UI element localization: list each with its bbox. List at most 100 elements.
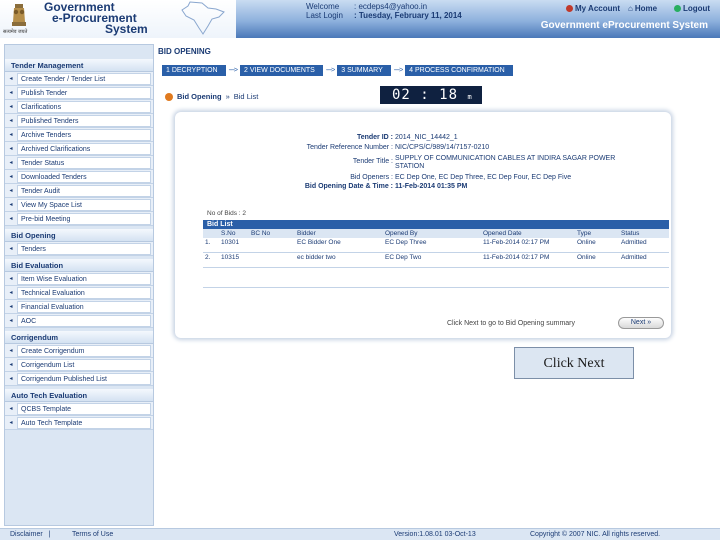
arrow-left-icon: ◂: [9, 118, 13, 124]
my-account-link[interactable]: My Account: [566, 4, 620, 13]
sidebar-item[interactable]: ◂ View My Space List: [5, 198, 153, 212]
terms-link[interactable]: Terms of Use: [72, 531, 113, 538]
sidebar-item[interactable]: ◂ Downloaded Tenders: [5, 170, 153, 184]
sidebar-item[interactable]: ◂ QCBS Template: [5, 402, 153, 416]
tender-id-label: Tender ID :: [356, 134, 393, 141]
sidebar-item[interactable]: ◂ Publish Tender: [5, 86, 153, 100]
tender-title-value: SUPPLY OF COMMUNICATION CABLES AT INDIRA…: [395, 155, 616, 170]
welcome-value: : ecdeps4@yahoo.in: [354, 2, 428, 11]
table-row[interactable]: 1. 10301 EC Bidder One EC Dep Three 11-F…: [203, 238, 669, 253]
tender-id-value: 2014_NIC_14442_1: [395, 134, 458, 141]
arrow-left-icon: ◂: [9, 160, 13, 166]
brand-line-3: System: [105, 22, 148, 36]
brand-logo: Government e-Procurement System: [44, 1, 148, 36]
sidebar-item[interactable]: ◂ Corrigendum List: [5, 358, 153, 372]
cell-type: Online: [577, 239, 596, 246]
sidebar-item[interactable]: ◂ Item Wise Evaluation: [5, 272, 153, 286]
timer-unit: m: [467, 93, 473, 101]
arrow-left-icon: ◂: [9, 290, 13, 296]
sidebar-item[interactable]: ◂ Archived Clarifications: [5, 142, 153, 156]
sidebar-item-label: Create Tender / Tender List: [17, 72, 151, 85]
cell-opened-by: EC Dep Two: [385, 254, 422, 261]
sidebar-item[interactable]: ◂ Auto Tech Template: [5, 416, 153, 430]
sidebar-item-label: Corrigendum Published List: [17, 372, 151, 385]
bid-list-table: Bid List S.No BC No Bidder Opened By Ope…: [203, 220, 669, 288]
instruction-callout: Click Next: [514, 347, 634, 379]
cell-bc-no: 10315: [221, 254, 240, 261]
arrow-left-icon: ◂: [9, 188, 13, 194]
step-summary[interactable]: 3 SUMMARY: [337, 65, 391, 76]
copyright-text: Copyright © 2007 NIC. All rights reserve…: [530, 531, 661, 538]
cell-type: Online: [577, 254, 596, 261]
bid-openers-value: EC Dep One, EC Dep Three, EC Dep Four, E…: [395, 174, 572, 181]
disclaimer-link[interactable]: Disclaimer |: [10, 531, 50, 538]
sidebar-item[interactable]: ◂ Corrigendum Published List: [5, 372, 153, 386]
last-login-value: : Tuesday, February 11, 2014: [354, 11, 462, 20]
arrow-left-icon: ◂: [9, 132, 13, 138]
sidebar-item[interactable]: ◂ Create Tender / Tender List: [5, 72, 153, 86]
step-view-documents[interactable]: 2 VIEW DOCUMENTS: [240, 65, 323, 76]
sidebar-item[interactable]: ◂ Tender Audit: [5, 184, 153, 198]
disclaimer-label: Disclaimer: [10, 531, 43, 538]
sidebar-item[interactable]: ◂ Published Tenders: [5, 114, 153, 128]
sidebar-section-header: Bid Opening: [5, 229, 153, 242]
arrow-left-icon: ◂: [9, 420, 13, 426]
logout-link[interactable]: Logout: [674, 4, 710, 13]
sidebar-item-label: AOC: [17, 314, 151, 327]
sidebar-item[interactable]: ◂ Archive Tenders: [5, 128, 153, 142]
breadcrumb-separator: »: [225, 92, 230, 101]
step-arrow-icon: ---->: [393, 67, 403, 74]
sidebar-item[interactable]: ◂ AOC: [5, 314, 153, 328]
arrow-left-icon: ◂: [9, 76, 13, 82]
sidebar-item-label: View My Space List: [17, 198, 151, 211]
col-sno: S.No: [221, 230, 236, 237]
arrow-left-icon: ◂: [9, 304, 13, 310]
sidebar-item-label: Downloaded Tenders: [17, 170, 151, 183]
arrow-left-icon: ◂: [9, 348, 13, 354]
cell-bidder: ec bidder two: [297, 254, 336, 261]
arrow-left-icon: ◂: [9, 146, 13, 152]
breadcrumb-bid-opening[interactable]: Bid Opening: [177, 92, 222, 101]
sidebar-item[interactable]: ◂ Technical Evaluation: [5, 286, 153, 300]
step-decryption[interactable]: 1 DECRYPTION: [162, 65, 226, 76]
home-link[interactable]: ⌂ Home: [628, 4, 657, 13]
my-account-label: My Account: [575, 4, 621, 13]
arrow-left-icon: ◂: [9, 104, 13, 110]
footer-separator: |: [48, 531, 51, 538]
step-arrow-icon: ---->: [228, 67, 238, 74]
sidebar-item-label: Tenders: [17, 242, 151, 255]
arrow-left-icon: ◂: [9, 202, 13, 208]
sidebar-item-label: Auto Tech Template: [17, 416, 151, 429]
table-row[interactable]: 2. 10315 ec bidder two EC Dep Two 11-Feb…: [203, 253, 669, 268]
sidebar-item[interactable]: ◂ Clarifications: [5, 100, 153, 114]
timer-value: 02 : 18: [392, 87, 459, 103]
logout-label: Logout: [683, 4, 711, 13]
col-type: Type: [577, 230, 592, 237]
logout-icon: [674, 5, 681, 12]
step-arrow-icon: ---->: [325, 67, 335, 74]
cell-status: Admitted: [621, 239, 647, 246]
arrow-left-icon: ◂: [9, 174, 13, 180]
countdown-timer: 02 : 18 m: [380, 86, 482, 104]
system-title: Government eProcurement System: [540, 20, 708, 31]
sidebar-item[interactable]: ◂ Create Corrigendum: [5, 344, 153, 358]
india-map-icon: [181, 1, 225, 35]
sidebar-item[interactable]: ◂ Tenders: [5, 242, 153, 256]
bid-count: No of Bids : 2: [207, 210, 247, 217]
sidebar-item[interactable]: ◂ Tender Status: [5, 156, 153, 170]
bid-openers-label: Bid Openers :: [350, 174, 393, 181]
next-button[interactable]: Next »: [618, 317, 664, 329]
home-label: Home: [634, 4, 658, 13]
bid-list-title: Bid List: [203, 220, 669, 229]
sidebar: Tender Management ◂ Create Tender / Tender…: [4, 44, 154, 526]
sidebar-item[interactable]: ◂ Pre-bid Meeting: [5, 212, 153, 226]
cell-status: Admitted: [621, 254, 647, 261]
arrow-left-icon: ◂: [9, 362, 13, 368]
breadcrumb: Bid Opening » Bid List: [165, 92, 258, 101]
sidebar-item-label: Publish Tender: [17, 86, 151, 99]
sidebar-item-label: Financial Evaluation: [17, 300, 151, 313]
sidebar-item[interactable]: ◂ Financial Evaluation: [5, 300, 153, 314]
sidebar-item-label: Create Corrigendum: [17, 344, 151, 357]
step-process-confirmation[interactable]: 4 PROCESS CONFIRMATION: [405, 65, 513, 76]
arrow-left-icon: ◂: [9, 90, 13, 96]
